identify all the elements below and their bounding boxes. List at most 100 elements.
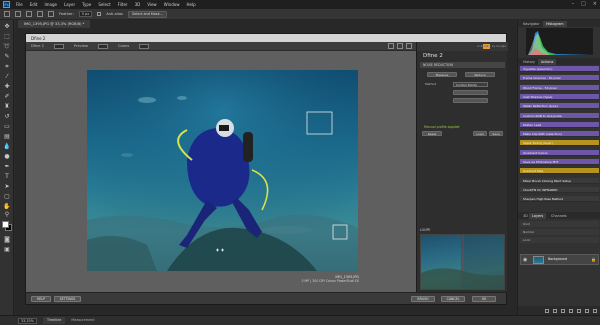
menu-window[interactable]: Window: [164, 2, 180, 7]
layer-filter-kind[interactable]: Kind: [520, 221, 599, 227]
action-item[interactable]: Water Reflection (type): [520, 103, 599, 110]
fit-view-icon[interactable]: [406, 43, 412, 49]
layer-lock-row[interactable]: Lock:: [520, 237, 599, 243]
maximize-icon[interactable]: □: [581, 1, 586, 7]
crop-tool-icon[interactable]: ⌗: [3, 63, 11, 71]
method-option-button-2[interactable]: [453, 98, 488, 103]
menu-edit[interactable]: Edit: [30, 2, 38, 7]
action-item[interactable]: Wood Frame - 50 pixel: [520, 84, 599, 91]
visibility-eye-icon[interactable]: ◉: [523, 257, 529, 263]
action-item[interactable]: Gradient Map: [520, 168, 599, 175]
document-tab[interactable]: IMG_1395.JPG @ 33,3% (RGB/8) *: [18, 20, 91, 28]
action-item[interactable]: Vignette (selection): [520, 66, 599, 72]
link-layers-icon[interactable]: [545, 308, 549, 313]
reduce-button[interactable]: Reduce: [465, 72, 495, 77]
action-item[interactable]: Custom RGB to Grayscale: [520, 112, 599, 119]
history-brush-tool-icon[interactable]: ↺: [3, 113, 11, 121]
feather-input[interactable]: 0 px: [78, 11, 93, 17]
path-select-tool-icon[interactable]: ➤: [3, 183, 11, 191]
move-tool-icon[interactable]: ✥: [3, 23, 11, 31]
layer-blend-mode[interactable]: Normal: [520, 229, 599, 235]
blur-tool-icon[interactable]: 💧: [3, 143, 11, 151]
menu-3d[interactable]: 3D: [135, 2, 141, 7]
menu-select[interactable]: Select: [98, 2, 110, 7]
action-item[interactable]: Chart/Fill for INFRARED: [520, 186, 599, 193]
menu-layer[interactable]: Layer: [64, 2, 75, 7]
type-tool-icon[interactable]: T: [3, 173, 11, 181]
delete-layer-icon[interactable]: [593, 308, 597, 313]
add-mask-icon[interactable]: [561, 308, 565, 313]
action-item[interactable]: Sepia Toning (layer): [520, 140, 599, 147]
colors-select[interactable]: [139, 43, 150, 49]
tab-navigator[interactable]: Navigator: [520, 21, 543, 27]
menu-help[interactable]: Help: [186, 2, 195, 7]
new-selection-icon[interactable]: [15, 11, 21, 17]
antialias-checkbox[interactable]: [97, 12, 102, 16]
reset-button[interactable]: Reset: [422, 131, 442, 136]
tab-measurement[interactable]: Measurement: [71, 317, 94, 324]
add-selection-icon[interactable]: [26, 11, 32, 17]
intersect-selection-icon[interactable]: [48, 11, 54, 17]
preview-image[interactable]: [87, 70, 358, 271]
menu-view[interactable]: View: [147, 2, 157, 7]
marquee-tool-icon[interactable]: ⬚: [3, 33, 11, 41]
settings-button[interactable]: SETTINGS: [54, 296, 81, 302]
view-mode-select[interactable]: [53, 43, 64, 49]
save-button[interactable]: Save: [489, 131, 503, 136]
adjustment-layer-icon[interactable]: [569, 308, 573, 313]
action-item[interactable]: Mixer Brush Cloning Paint Setup: [520, 177, 599, 184]
menu-type[interactable]: Type: [82, 2, 91, 7]
tab-channels[interactable]: Channels: [548, 213, 570, 219]
lasso-tool-preset-icon[interactable]: [4, 11, 10, 17]
close-icon[interactable]: ×: [593, 1, 597, 7]
loupe-view[interactable]: [420, 234, 505, 290]
hand-icon[interactable]: [397, 43, 403, 49]
layer-style-icon[interactable]: [553, 308, 557, 313]
load-button[interactable]: Load: [473, 131, 487, 136]
menu-image[interactable]: Image: [44, 2, 57, 7]
brush-tool-icon[interactable]: ✐: [3, 93, 11, 101]
preview-checkbox[interactable]: [97, 43, 108, 49]
pen-tool-icon[interactable]: ✒: [3, 163, 11, 171]
dodge-tool-icon[interactable]: ●: [3, 153, 11, 161]
zoom-tool-icon[interactable]: ⚲: [3, 211, 11, 219]
brush-button[interactable]: BRUSH: [411, 296, 435, 302]
action-item[interactable]: Sharpen High Pass Method: [520, 196, 599, 203]
subtract-selection-icon[interactable]: [37, 11, 43, 17]
quick-select-tool-icon[interactable]: ✎: [3, 53, 11, 61]
action-item[interactable]: Quadrant Colors: [520, 149, 599, 156]
action-item[interactable]: Molten Lead: [520, 121, 599, 128]
action-item[interactable]: Make Clip Path (selection): [520, 131, 599, 138]
layer-row-background[interactable]: ◉ Background 🔒: [520, 254, 599, 265]
new-layer-icon[interactable]: [585, 308, 589, 313]
ok-button[interactable]: OK: [472, 296, 496, 302]
tab-timeline[interactable]: Timeline: [42, 317, 66, 324]
action-item[interactable]: Cast Shadow (type): [520, 93, 599, 100]
method-option-button[interactable]: [453, 90, 488, 95]
method-select[interactable]: Control Points: [453, 82, 488, 87]
clone-stamp-tool-icon[interactable]: ♜: [3, 103, 11, 111]
select-and-mask-button[interactable]: Select and Mask...: [127, 10, 167, 18]
gradient-tool-icon[interactable]: ▤: [3, 133, 11, 141]
new-group-icon[interactable]: [577, 308, 581, 313]
minimize-icon[interactable]: –: [572, 1, 575, 7]
quick-mask-icon[interactable]: ◙: [3, 236, 11, 244]
tab-histogram[interactable]: Histogram: [543, 21, 567, 27]
eyedropper-tool-icon[interactable]: ⁄: [3, 73, 11, 81]
lasso-tool-icon[interactable]: ➰: [3, 43, 11, 51]
tab-actions[interactable]: Actions: [538, 59, 557, 65]
measure-button[interactable]: Measure: [427, 72, 457, 77]
tab-history[interactable]: History: [520, 59, 538, 65]
screen-mode-icon[interactable]: ▣: [3, 246, 11, 254]
tab-layers[interactable]: Layers: [529, 213, 547, 219]
noise-reduction-header[interactable]: NOISE REDUCTION: [420, 62, 505, 68]
menu-file[interactable]: File: [16, 2, 23, 7]
action-item[interactable]: Frame Channel - 50 pixel: [520, 75, 599, 82]
menu-filter[interactable]: Filter: [118, 2, 128, 7]
foreground-color-swatch[interactable]: [2, 221, 9, 228]
hand-tool-icon[interactable]: ✋: [3, 203, 11, 211]
zoom-in-icon[interactable]: [388, 43, 394, 49]
help-button[interactable]: HELP: [31, 296, 51, 302]
zoom-level[interactable]: 33,33%: [18, 317, 37, 324]
eraser-tool-icon[interactable]: ▭: [3, 123, 11, 131]
